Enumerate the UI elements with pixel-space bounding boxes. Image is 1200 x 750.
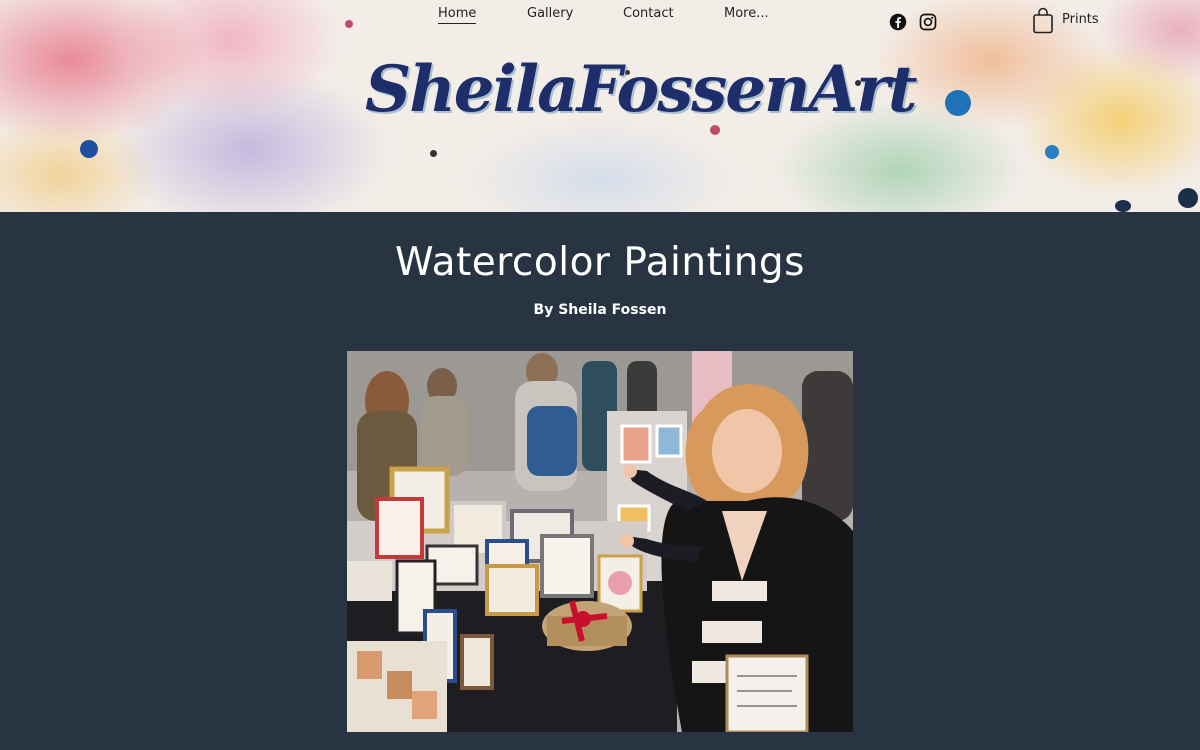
nav-more-link[interactable]: More...	[724, 6, 769, 23]
paint-splatter	[1115, 200, 1131, 212]
photo-illustration	[347, 351, 853, 732]
main-navigation: Home Gallery Contact More... Prints	[0, 6, 1200, 34]
paint-splatter	[1178, 188, 1198, 208]
nav-contact-link[interactable]: Contact	[623, 6, 674, 23]
nav-home-link[interactable]: Home	[438, 6, 477, 24]
site-logo[interactable]: SheilaFossenArt	[365, 40, 917, 140]
paint-splatter	[80, 140, 98, 158]
facebook-icon[interactable]	[889, 13, 907, 31]
page-title: Watercolor Paintings	[395, 240, 805, 285]
shopping-bag-icon[interactable]	[1032, 7, 1054, 34]
instagram-icon[interactable]	[919, 13, 937, 31]
prints-cart-label[interactable]: Prints	[1062, 12, 1099, 27]
header-banner: SheilaFossenArt Home Gallery Contact Mor…	[0, 0, 1200, 212]
artist-booth-photo	[347, 351, 853, 732]
paint-splatter	[430, 150, 437, 157]
paint-splatter	[1045, 145, 1059, 159]
nav-gallery-link[interactable]: Gallery	[527, 6, 573, 23]
page-subtitle: By Sheila Fossen	[533, 302, 667, 318]
paint-splatter	[945, 90, 971, 116]
